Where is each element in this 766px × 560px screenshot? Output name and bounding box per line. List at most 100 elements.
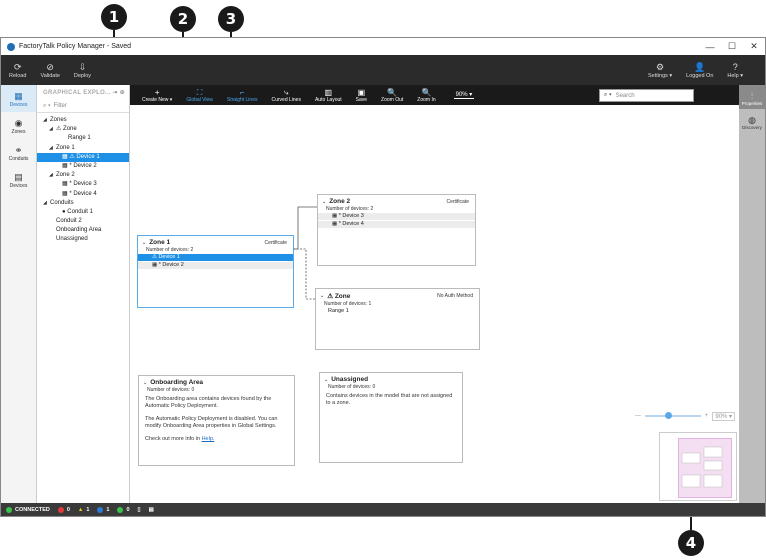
left-nav: ▦ Devices ◉ Zones ⚭ Conduits ▤ Devices	[1, 85, 37, 503]
zoom-plus[interactable]: +	[705, 413, 709, 419]
global-view-icon: ⛶	[196, 87, 203, 97]
tree-item[interactable]: ◢ Zones	[37, 116, 129, 125]
nav-devices-2[interactable]: ▤ Devices	[1, 166, 36, 193]
tree-item[interactable]: ▦ * Device 4	[37, 190, 129, 199]
tree-item[interactable]: ▦ * Device 3	[37, 180, 129, 189]
straight-lines-icon: ⌐	[239, 87, 245, 97]
search-input[interactable]: Search	[616, 93, 635, 99]
tree-item[interactable]: Unassigned	[37, 235, 129, 244]
save-button[interactable]: ▣ Save	[356, 88, 367, 103]
global-view-button[interactable]: ⛶ Global View	[186, 88, 213, 103]
validate-label: Validate	[40, 72, 60, 79]
log-button[interactable]: ▤	[149, 507, 154, 513]
zone-card[interactable]: ⌄ ⚠ Zone No Auth Method Number of devices…	[315, 288, 480, 350]
collapse-icon[interactable]: ⌄	[322, 199, 326, 205]
tree-item[interactable]: Onboarding Area	[37, 226, 129, 235]
zoom-value[interactable]: 90% ▾	[712, 411, 735, 421]
collapse-icon[interactable]: ⌄	[320, 293, 324, 299]
tree-item-label: Onboarding Area	[56, 227, 102, 234]
save-icon: ▣	[357, 87, 366, 97]
expand-icon[interactable]: ◢	[43, 116, 50, 125]
discovery-tab[interactable]: ◍ Discovery	[739, 109, 765, 133]
help-link[interactable]: Help.	[202, 436, 215, 442]
filter-input[interactable]: Filter	[54, 103, 67, 109]
warning-count[interactable]: ▲ 1	[78, 507, 90, 513]
expand-icon[interactable]: ◢	[49, 171, 56, 180]
straight-lines-button[interactable]: ⌐ Straight Lines	[227, 88, 258, 103]
tree-item[interactable]: ◢ ⚠ Zone	[37, 125, 129, 134]
properties-label: Properties	[741, 101, 763, 106]
info-count[interactable]: 1	[97, 506, 109, 513]
minimize-button[interactable]: —	[699, 42, 721, 52]
filter-bar[interactable]: ⌕ ▾ Filter	[37, 100, 129, 113]
zone1-device-row[interactable]: ▦ * Device 2	[138, 262, 293, 269]
reload-button[interactable]: ⟳ Reload	[9, 62, 26, 79]
tree-item[interactable]: ▦ * Device 2	[37, 162, 129, 171]
tree-item[interactable]: ● Conduit 1	[37, 208, 129, 217]
minimap[interactable]	[659, 432, 737, 501]
search-icon: ⌕ ▾	[604, 92, 612, 98]
zone-range-row[interactable]: Range 1	[316, 308, 479, 315]
help-button[interactable]: ? Help ▾	[727, 62, 743, 79]
auto-layout-label: Auto Layout	[314, 96, 342, 103]
unassigned-card[interactable]: ⌄ Unassigned Number of devices: 0 Contain…	[319, 372, 463, 463]
expand-icon[interactable]: ◢	[49, 125, 56, 134]
expand-icon[interactable]: ◢	[49, 144, 56, 153]
app-window: FactoryTalk Policy Manager - Saved — ☐ ✕…	[0, 37, 766, 517]
zone2-device-row[interactable]: ▦ * Device 3	[318, 213, 475, 220]
collapse-icon[interactable]: ⌄	[143, 380, 147, 386]
onboarding-card[interactable]: ⌄ Onboarding Area Number of devices: 0 Th…	[138, 375, 295, 466]
connected-label: CONNECTED	[15, 506, 50, 513]
create-new-button[interactable]: + Create New ▾	[142, 88, 172, 103]
zone2-device-row[interactable]: ▦ * Device 4	[318, 221, 475, 228]
zoom-knob[interactable]	[664, 412, 672, 419]
title-bar: FactoryTalk Policy Manager - Saved — ☐ ✕	[1, 38, 765, 55]
zone2-card[interactable]: ⌄ Zone 2 Certificate Number of devices: 2…	[317, 194, 476, 266]
curved-lines-button[interactable]: ⤷ Curved Lines	[271, 88, 300, 103]
tree-item[interactable]: Range 1	[37, 134, 129, 143]
deploy-button[interactable]: ⇩ Deploy	[74, 62, 91, 79]
tree-item[interactable]: ◢ Conduits	[37, 199, 129, 208]
ok-count[interactable]: 0	[117, 506, 130, 513]
nav-conduits[interactable]: ⚭ Conduits	[1, 139, 36, 166]
zoom-in-icon: 🔍	[421, 87, 432, 97]
conduits-icon: ⚭	[14, 145, 23, 155]
expand-icon[interactable]: ◢	[43, 199, 50, 208]
auto-layout-button[interactable]: ▥ Auto Layout	[315, 88, 342, 103]
error-count[interactable]: 0	[57, 506, 70, 513]
nav-devices[interactable]: ▦ Devices	[1, 85, 36, 112]
properties-tab[interactable]: ⫶ Properties	[739, 85, 765, 109]
close-button[interactable]: ✕	[743, 41, 765, 52]
settings-button[interactable]: ⚙ Settings ▾	[648, 62, 672, 79]
straight-lines-label: Straight Lines	[226, 96, 258, 103]
help-icon: ?	[732, 61, 738, 72]
zone1-device-row[interactable]: ⚠ Device 1	[138, 254, 293, 261]
zone2-count: Number of devices: 2	[326, 206, 374, 212]
nav-zones[interactable]: ◉ Zones	[1, 112, 36, 139]
callout-4: 4	[678, 530, 704, 556]
tree-item[interactable]: ▦ ⚠ Device 1	[37, 152, 129, 162]
maximize-button[interactable]: ☐	[721, 41, 743, 52]
nav-conduits-label: Conduits	[8, 156, 29, 162]
lock-button[interactable]: ▯	[138, 507, 141, 513]
validate-button[interactable]: ⊘ Validate	[40, 62, 59, 79]
pin-icon[interactable]: ⇥ ⊕	[112, 89, 125, 96]
zoom-track[interactable]	[645, 412, 701, 419]
zoom-slider[interactable]: — + 90% ▾	[635, 411, 735, 421]
zone1-card[interactable]: ⌄ Zone 1 Certificate Number of devices: 2…	[137, 235, 294, 308]
zoom-select[interactable]: 90% ▾	[453, 91, 475, 99]
collapse-icon[interactable]: ⌄	[324, 377, 328, 383]
zoom-minus[interactable]: —	[635, 413, 641, 419]
zone1-auth-tag: Certificate	[264, 240, 287, 246]
logged-on-button[interactable]: 👤 Logged On	[686, 62, 713, 79]
tree-item[interactable]: ◢ Zone 2	[37, 171, 129, 180]
collapse-icon[interactable]: ⌄	[142, 240, 146, 246]
tree-item[interactable]: Conduit 2	[37, 217, 129, 226]
tree-item[interactable]: ◢ Zone 1	[37, 144, 129, 153]
auto-layout-icon: ▥	[324, 87, 333, 97]
lock-icon: ▯	[137, 506, 141, 513]
zoom-in-button[interactable]: 🔍 Zoom In	[417, 88, 435, 103]
search-box[interactable]: ⌕ ▾ Search	[599, 89, 694, 102]
zoom-out-button[interactable]: 🔍 Zoom Out	[381, 88, 403, 103]
minimap-viewport[interactable]	[678, 438, 732, 498]
